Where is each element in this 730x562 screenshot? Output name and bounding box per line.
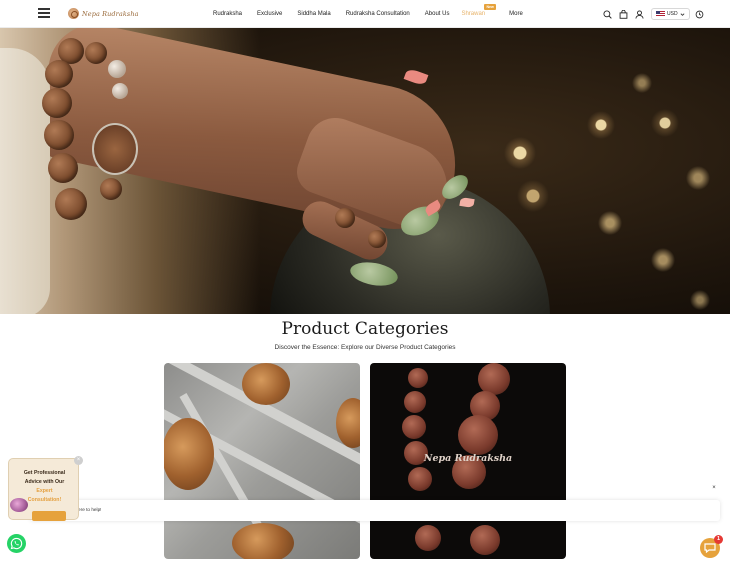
main-nav: Rudraksha Exclusive Siddha Mala Rudraksh…	[213, 4, 523, 17]
rudraksha-bead-image	[242, 363, 290, 405]
logo-mark-icon	[68, 8, 79, 19]
rudraksha-bead-image	[336, 398, 360, 448]
rudraksha-bead-image	[232, 523, 294, 559]
nav-shrawan[interactable]: Shrawan New	[461, 4, 496, 17]
hero-pendant	[92, 123, 138, 175]
mala-bead-image	[470, 525, 500, 555]
bag-icon[interactable]	[619, 9, 628, 19]
hero-bead	[42, 88, 72, 118]
new-badge: New	[484, 4, 496, 10]
hero-bead	[55, 188, 87, 220]
hero-bead	[48, 153, 78, 183]
hero-sleeve	[0, 48, 50, 314]
consult-line-3: Expert	[36, 488, 53, 494]
mala-bead-image	[402, 415, 426, 439]
clock-icon[interactable]	[695, 10, 704, 19]
section-title: Product Categories	[281, 319, 449, 339]
header-actions: USD	[603, 8, 711, 20]
whatsapp-icon[interactable]	[7, 534, 26, 553]
currency-selector[interactable]: USD	[651, 8, 690, 20]
mala-bead-image	[458, 415, 498, 455]
consult-line-2: Advice with Our	[24, 479, 65, 485]
search-icon[interactable]	[603, 9, 612, 19]
us-flag-icon	[656, 11, 665, 17]
chat-close-icon[interactable]: ×	[711, 485, 717, 491]
site-logo[interactable]: Nepa Rudraksha	[68, 8, 139, 19]
chat-unread-badge: 1	[714, 535, 723, 544]
chevron-down-icon	[680, 12, 685, 16]
hero-bead	[45, 60, 73, 88]
hero-bead	[368, 230, 386, 248]
category-card-2[interactable]: Nepa Rudraksha	[370, 363, 566, 559]
logo-text: Nepa Rudraksha	[82, 9, 139, 18]
nav-siddha-mala[interactable]: Siddha Mala	[297, 11, 330, 17]
hero-bead	[335, 208, 355, 228]
consult-line-1: Get Professional	[23, 470, 66, 476]
nav-more[interactable]: More	[509, 11, 523, 17]
user-icon[interactable]	[635, 9, 644, 19]
mala-bead-image	[404, 391, 426, 413]
hero-banner[interactable]	[0, 28, 730, 314]
nav-rudraksha[interactable]: Rudraksha	[213, 11, 242, 17]
category-card-1[interactable]	[164, 363, 360, 559]
nav-exclusive[interactable]: Exclusive	[257, 11, 282, 17]
card-brand-watermark: Nepa Rudraksha	[423, 453, 513, 464]
hero-bead	[44, 120, 74, 150]
consultation-button[interactable]	[32, 511, 66, 521]
mala-bead-image	[408, 368, 428, 388]
hero-crystal-bead	[108, 60, 126, 78]
rudraksha-bead-image	[164, 418, 214, 490]
consultant-avatar	[10, 498, 28, 512]
chat-welcome-bar[interactable]: Welcome, we are here to help!	[30, 500, 720, 521]
consultation-close-icon[interactable]: ×	[74, 456, 83, 465]
mala-bead-image	[415, 525, 441, 551]
site-header: Nepa Rudraksha Rudraksha Exclusive Siddh…	[0, 0, 730, 28]
nav-shrawan-label: Shrawan	[461, 11, 486, 17]
nav-rudraksha-consultation[interactable]: Rudraksha Consultation	[346, 11, 410, 17]
nav-about-us[interactable]: About Us	[425, 11, 450, 17]
menu-icon[interactable]	[38, 8, 50, 18]
hero-bead	[85, 42, 107, 64]
hero-flower	[403, 67, 429, 87]
section-subtitle: Discover the Essence: Explore our Divers…	[274, 344, 456, 351]
currency-label: USD	[667, 11, 678, 17]
mala-bead-image	[408, 467, 432, 491]
hero-bead	[100, 178, 122, 200]
hero-crystal-bead	[112, 83, 128, 99]
